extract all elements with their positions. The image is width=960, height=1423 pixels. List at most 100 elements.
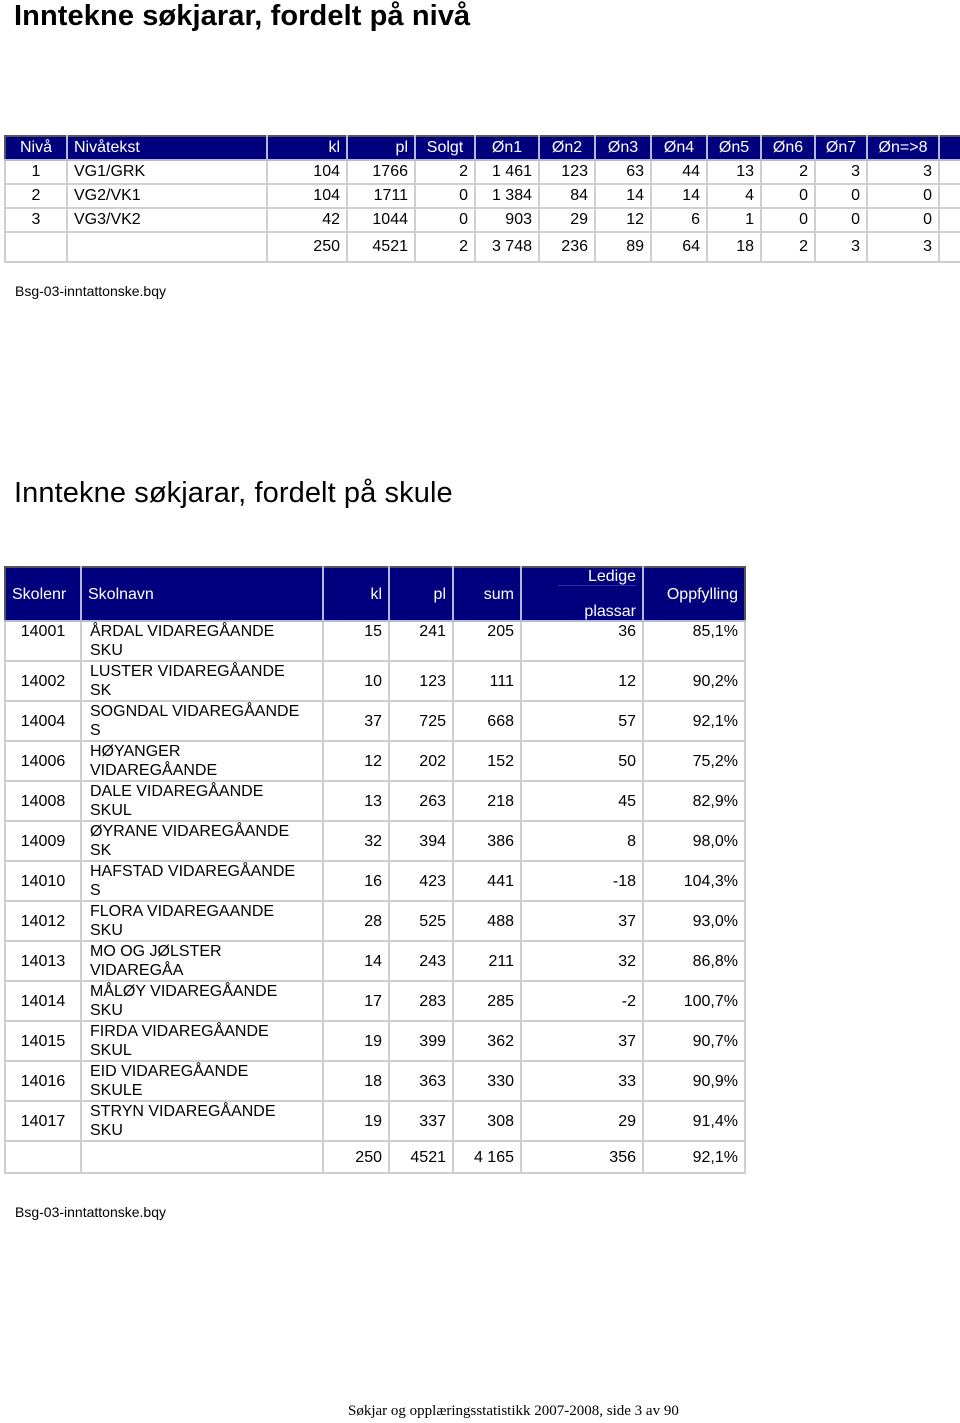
oppfylling-cell: 90,7%: [642, 1020, 746, 1062]
table-cell: 1 384: [474, 183, 540, 209]
school-name-cell: HØYANGER VIDAREGÅANDE: [80, 740, 324, 782]
col-header: Nivå: [5, 136, 68, 161]
total-row: 250 4521 4 165 356 92,1%: [4, 1140, 746, 1174]
sum-cell: 218: [452, 780, 522, 822]
table-cell: 1 461: [474, 159, 540, 185]
school-name-cell: LUSTER VIDAREGÅANDE SK: [80, 660, 324, 702]
school-name-line1: LUSTER VIDAREGÅANDE: [90, 663, 285, 680]
total-cell: [80, 1140, 324, 1174]
school-name-line1: FIRDA VIDAREGÅANDE: [90, 1023, 269, 1040]
school-name-line1: EID VIDAREGÅANDE: [90, 1063, 249, 1080]
oppfylling-cell: 93,0%: [642, 900, 746, 942]
col-header-line1: Ledige: [587, 568, 636, 585]
total-cell: 64: [650, 231, 708, 263]
table-cell: 1 500: [938, 183, 960, 209]
table-cell: 3: [4, 207, 68, 233]
school-name-line2: SKUL: [90, 1042, 132, 1059]
kl-cell: 10: [322, 660, 390, 702]
oppfylling-cell: 85,1%: [642, 620, 746, 662]
table-cell: 0: [760, 183, 816, 209]
school-name-cell: ØYRANE VIDAREGÅANDE SK: [80, 820, 324, 862]
table-cell: 951: [938, 207, 960, 233]
school-name-line1: DALE VIDAREGÅANDE: [90, 783, 264, 800]
table-cell: 903: [474, 207, 540, 233]
page-title-level: Inntekne søkjarar, fordelt på nivå: [14, 0, 471, 32]
ledige-plassar-cell: 50: [520, 740, 644, 782]
header-underline: [558, 585, 636, 586]
table-cell: 6: [650, 207, 708, 233]
col-header: Nivåtekst: [66, 136, 268, 161]
col-header: Skolenr: [5, 567, 82, 622]
col-header: Øn=>8: [866, 136, 940, 161]
pl-cell: 202: [388, 740, 454, 782]
school-name-line1: ØYRANE VIDAREGÅANDE: [90, 823, 290, 840]
school-name-line2: VIDAREGÅA: [90, 962, 184, 979]
col-header: Øn2: [538, 136, 596, 161]
table-row: 3VG3/VK24210440903291261000951: [4, 207, 960, 233]
col-header: pl: [388, 567, 454, 622]
page-footer: Søkjar og opplæringsstatistikk 2007-2008…: [348, 1403, 679, 1419]
total-cell: 4521: [346, 231, 416, 263]
table-cell: VG3/VK2: [66, 207, 268, 233]
table-cell: 4: [706, 183, 762, 209]
table-row: 14015 FIRDA VIDAREGÅANDE SKUL 19 399 362 37 90,…: [4, 1020, 746, 1062]
table-cell: 14: [594, 183, 652, 209]
kl-cell: 12: [322, 740, 390, 782]
school-name-line1: SOGNDAL VIDAREGÅANDE: [90, 703, 300, 720]
school-name-line2: VIDAREGÅANDE: [90, 762, 218, 779]
total-cell: 2: [760, 231, 816, 263]
table-row: 14001 ÅRDAL VIDAREGÅANDE SKU 15 241 205 36 85,1…: [4, 620, 746, 662]
col-header: Oppfylling: [642, 567, 745, 622]
table-cell: 104: [266, 183, 348, 209]
school-number-cell: 14001: [4, 620, 82, 662]
sum-cell: 205: [452, 620, 522, 662]
oppfylling-cell: 82,9%: [642, 780, 746, 822]
ledige-plassar-cell: 36: [520, 620, 644, 662]
kl-cell: 17: [322, 980, 390, 1022]
school-number-cell: 14010: [4, 860, 82, 902]
table-cell: 1: [706, 207, 762, 233]
table-cell: 2: [760, 159, 816, 185]
school-name-line1: HØYANGER: [90, 743, 181, 760]
total-cell: 18: [706, 231, 762, 263]
col-header: sum: [938, 136, 960, 161]
school-name-cell: SOGNDAL VIDAREGÅANDE S: [80, 700, 324, 742]
school-number-cell: 14008: [4, 780, 82, 822]
col-header: kl: [322, 567, 390, 622]
total-cell: 250: [266, 231, 348, 263]
total-cell: 3 748: [474, 231, 540, 263]
pl-cell: 283: [388, 980, 454, 1022]
table-cell: 0: [866, 183, 940, 209]
pl-cell: 241: [388, 620, 454, 662]
col-header: Øn3: [594, 136, 652, 161]
table-cell: 0: [866, 207, 940, 233]
col-header: kl: [266, 136, 348, 161]
level-table: Nivå Nivåtekst kl pl Solgt Øn1 Øn2 Øn3 Ø…: [4, 135, 960, 263]
school-name-cell: FIRDA VIDAREGÅANDE SKUL: [80, 1020, 324, 1062]
col-header-line2: plassar: [584, 603, 636, 620]
table-cell: 104: [266, 159, 348, 185]
total-row: 250452123 7482368964182334 165: [4, 231, 960, 263]
table-cell: 2: [414, 159, 476, 185]
table-cell: 84: [538, 183, 596, 209]
school-name-line2: SKULE: [90, 1082, 143, 1099]
pl-cell: 363: [388, 1060, 454, 1102]
school-name-cell: MO OG JØLSTER VIDAREGÅA: [80, 940, 324, 982]
total-cell: 89: [594, 231, 652, 263]
school-number-cell: 14009: [4, 820, 82, 862]
table-row: 14013 MO OG JØLSTER VIDAREGÅA 14 243 211 32 86,…: [4, 940, 746, 982]
pl-cell: 525: [388, 900, 454, 942]
school-name-line1: ÅRDAL VIDAREGÅANDE: [90, 623, 275, 640]
school-table: Skolenr Skolnavn kl pl sum Ledige plassa…: [4, 566, 746, 1174]
pl-cell: 243: [388, 940, 454, 982]
table-cell: VG2/VK1: [66, 183, 268, 209]
level-table-body: 1VG1/GRK104176621 4611236344132331 7142V…: [4, 159, 960, 263]
ledige-plassar-cell: -18: [520, 860, 644, 902]
school-table-body: 14001 ÅRDAL VIDAREGÅANDE SKU 15 241 205 36 85,1…: [4, 620, 746, 1174]
total-cell: 4521: [388, 1140, 454, 1174]
kl-cell: 15: [322, 620, 390, 662]
school-name-cell: EID VIDAREGÅANDE SKULE: [80, 1060, 324, 1102]
pl-cell: 394: [388, 820, 454, 862]
table-cell: 0: [760, 207, 816, 233]
total-cell: 356: [520, 1140, 644, 1174]
